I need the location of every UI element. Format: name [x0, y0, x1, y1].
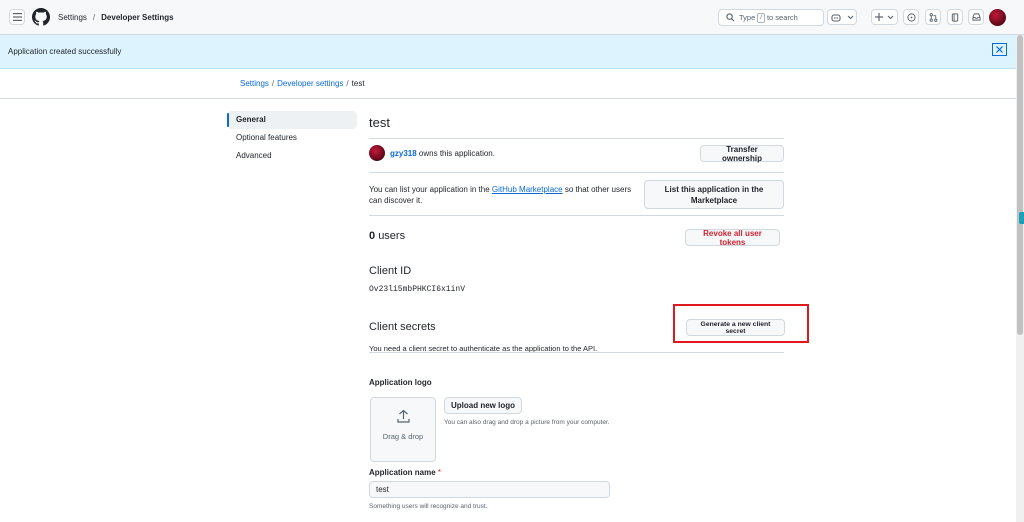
sidebar-item-optional-features[interactable]: Optional features — [227, 129, 357, 147]
application-name-hint: Something users will recognize and trust… — [369, 503, 488, 510]
search-input[interactable]: Type / to search — [718, 9, 824, 26]
repositories-button[interactable] — [947, 9, 963, 25]
breadcrumb-separator: / — [346, 79, 349, 88]
crumb-separator: / — [92, 13, 96, 22]
users-count-label: users — [378, 230, 406, 242]
list-in-marketplace-button[interactable]: List this application in the Marketplace — [644, 180, 784, 209]
breadcrumb-settings-link[interactable]: Settings — [240, 79, 269, 88]
owner-text: gzy318 owns this application. — [390, 149, 495, 158]
inbox-icon — [971, 13, 981, 21]
highlight-box — [673, 304, 809, 343]
chevron-down-icon — [887, 15, 894, 19]
logo-dropzone[interactable]: Drag & drop — [370, 397, 436, 462]
transfer-ownership-button[interactable]: Transfer ownership — [700, 145, 784, 163]
sidebar-item-advanced[interactable]: Advanced — [227, 147, 357, 165]
application-logo-heading: Application logo — [369, 378, 432, 387]
issues-button[interactable] — [903, 9, 919, 25]
marketplace-divider — [369, 215, 784, 216]
page-title: test — [369, 115, 390, 130]
copilot-icon — [830, 13, 841, 22]
flash-message: Application created successfully — [8, 47, 122, 56]
marketplace-text-start: You can list your application in the — [369, 185, 490, 194]
breadcrumb-current: test — [351, 79, 365, 88]
owner-suffix: owns this application. — [418, 149, 495, 158]
breadcrumb-developer-settings-link[interactable]: Developer settings — [277, 79, 343, 88]
repo-icon — [951, 12, 959, 22]
github-marketplace-link[interactable]: GitHub Marketplace — [492, 185, 563, 194]
dismiss-flash-button[interactable] — [992, 43, 1007, 56]
copilot-button[interactable] — [827, 9, 857, 25]
users-count: 0 users — [369, 230, 405, 242]
title-divider — [369, 138, 784, 139]
pull-request-icon — [929, 12, 937, 22]
search-shortcut-key: / — [757, 12, 765, 23]
owner-avatar — [369, 145, 385, 161]
owner-link[interactable]: gzy318 — [390, 149, 417, 158]
chevron-down-icon — [847, 15, 853, 19]
settings-sidebar: General Optional features Advanced — [227, 111, 357, 165]
issue-circle-icon — [906, 12, 916, 22]
client-id-heading: Client ID — [369, 265, 412, 277]
header-breadcrumb: Settings / Developer Settings — [58, 13, 174, 22]
upload-new-logo-button[interactable]: Upload new logo — [444, 397, 522, 414]
breadcrumb-separator: / — [271, 79, 275, 88]
user-avatar[interactable] — [989, 9, 1006, 26]
search-suffix: to search — [766, 13, 798, 22]
create-new-button[interactable] — [871, 9, 898, 25]
breadcrumb-bar: Settings / Developer settings / test — [0, 69, 1024, 99]
header-crumb-developer-settings[interactable]: Developer Settings — [101, 13, 173, 22]
pull-requests-button[interactable] — [925, 9, 941, 25]
application-name-input[interactable] — [369, 481, 610, 498]
notifications-button[interactable] — [968, 9, 984, 25]
dropzone-label: Drag & drop — [382, 432, 424, 441]
scrollbar-thumb[interactable] — [1017, 35, 1023, 335]
search-prefix: Type — [739, 13, 756, 22]
plus-icon — [875, 13, 883, 21]
sidebar-item-general[interactable]: General — [227, 111, 357, 129]
hamburger-icon — [12, 13, 22, 21]
page-scrollbar[interactable] — [1016, 35, 1024, 522]
revoke-all-user-tokens-button[interactable]: Revoke all user tokens — [685, 229, 780, 247]
owner-divider — [369, 172, 784, 173]
client-secrets-heading: Client secrets — [369, 321, 436, 333]
secrets-divider — [369, 352, 784, 353]
required-asterisk: * — [437, 468, 442, 477]
application-name-label: Application name * — [369, 468, 441, 477]
marketplace-text: You can list your application in the Git… — [369, 184, 639, 206]
header-crumb-settings[interactable]: Settings — [58, 13, 87, 22]
upload-icon — [397, 409, 410, 423]
close-icon — [996, 46, 1003, 53]
search-icon — [726, 13, 735, 22]
users-count-number: 0 — [369, 230, 376, 242]
side-tab-handle[interactable] — [1019, 212, 1024, 224]
client-id-value: Ov23li5mbPHKCI6x1inV — [369, 285, 466, 294]
top-header: Settings / Developer Settings Type / to se… — [0, 0, 1024, 35]
menu-button[interactable] — [9, 9, 25, 25]
breadcrumb: Settings / Developer settings / test — [240, 79, 365, 88]
flash-banner: Application created successfully — [0, 35, 1024, 69]
github-logo-icon[interactable] — [32, 8, 50, 26]
application-name-label-text: Application name — [369, 468, 436, 477]
logo-hint: You can also drag and drop a picture fro… — [444, 419, 610, 426]
